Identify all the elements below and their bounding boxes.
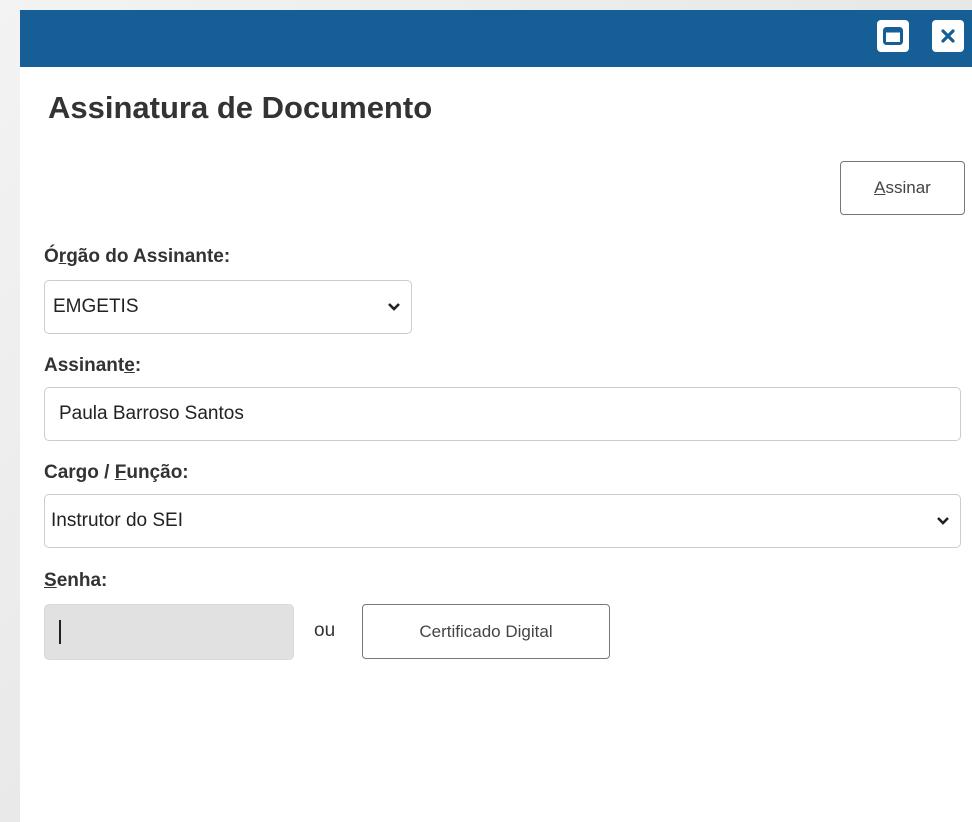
close-icon [941,29,955,43]
sign-button-accesskey: A [874,178,886,197]
maximize-icon [883,27,903,45]
orgao-select-value: EMGETIS [53,296,139,317]
assinante-input[interactable]: Paula Barroso Santos [44,387,961,441]
assinante-label-pre: Assinant [44,355,125,376]
assinante-label: Assinante: [44,355,141,377]
close-button[interactable] [932,20,964,52]
dialog-heading: Assinatura de Documento [48,90,433,125]
orgao-label-post: gão do Assinante: [66,246,231,267]
senha-label-post: enha: [56,570,108,591]
senha-label: Senha: [44,570,107,592]
senha-label-accesskey: S [44,570,57,591]
password-field[interactable] [44,604,294,660]
sign-button-label: ssinar [885,178,931,197]
orgao-select[interactable]: EMGETIS [44,280,412,334]
chevron-down-icon [937,517,949,525]
cargo-label-accesskey: F [114,462,127,483]
sign-document-dialog: Assinatura de Documento Assinar Órgão do… [20,10,972,822]
or-text: ou [314,620,336,641]
cargo-label: Cargo / Função: [44,462,189,484]
assinante-label-accesskey: e [124,355,135,376]
maximize-button[interactable] [877,20,909,52]
cargo-select-value: Instrutor do SEI [51,510,184,531]
digital-certificate-button[interactable]: Certificado Digital [362,604,610,659]
text-caret [59,620,61,644]
cargo-label-post: unção: [126,462,189,483]
orgao-label-pre: Ó [44,246,59,267]
cargo-label-pre: Cargo / [44,462,115,483]
assinante-input-value: Paula Barroso Santos [59,403,244,424]
orgao-label: Órgão do Assinante: [44,246,230,268]
cargo-select[interactable]: Instrutor do SEI [44,494,961,548]
chevron-down-icon [388,303,400,311]
sign-button[interactable]: Assinar [840,161,965,215]
assinante-label-post: : [134,355,142,376]
dialog-titlebar [20,10,972,67]
digital-certificate-label: Certificado Digital [419,621,553,641]
